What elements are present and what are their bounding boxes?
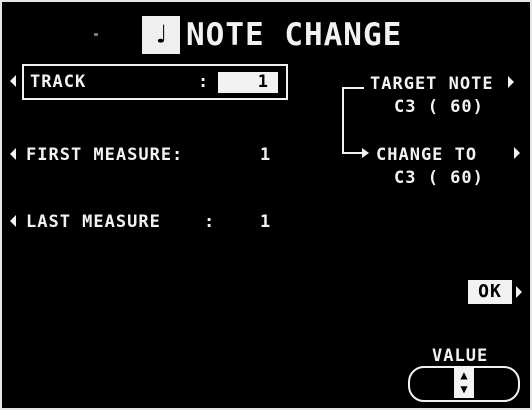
value-down-icon[interactable]: ▼ [454,382,474,396]
ok-button[interactable]: OK [468,280,512,304]
change-to-label[interactable]: CHANGE TO [376,145,477,165]
connector-line [342,152,364,154]
change-to-right-arrow-icon[interactable] [514,147,520,159]
ok-right-arrow-icon[interactable] [516,286,522,298]
page-header: ♩ NOTE CHANGE [142,16,402,54]
value-updown-icon[interactable]: ▲ ▼ [454,368,474,398]
last-measure-separator: : [204,212,216,232]
lcd-screen: ♩ NOTE CHANGE TRACK : 1 FIRST MEASURE: 1… [0,0,532,410]
quarter-note-icon: ♩ [142,16,180,54]
track-left-arrow-icon[interactable] [10,75,16,87]
target-note-right-arrow-icon[interactable] [508,76,514,88]
page-title: NOTE CHANGE [186,17,403,53]
target-note-label[interactable]: TARGET NOTE [370,74,494,94]
change-to-value: C3 ( 60) [394,168,484,188]
last-measure-value: 1 [260,212,272,232]
connector-line [342,87,344,153]
track-value[interactable]: 1 [218,72,278,93]
value-label: VALUE [432,346,489,366]
track-label: TRACK [30,72,87,92]
value-up-icon[interactable]: ▲ [454,368,474,382]
target-note-value: C3 ( 60) [394,97,484,117]
track-separator: : [198,72,210,92]
first-measure-value: 1 [260,145,272,165]
first-measure-label[interactable]: FIRST MEASURE: [26,145,183,165]
last-measure-left-arrow-icon[interactable] [10,215,16,227]
last-measure-label[interactable]: LAST MEASURE [26,212,161,232]
connector-line [342,87,364,89]
connector-arrow-icon [362,148,369,158]
first-measure-left-arrow-icon[interactable] [10,148,16,160]
decorative-dot [94,33,98,36]
